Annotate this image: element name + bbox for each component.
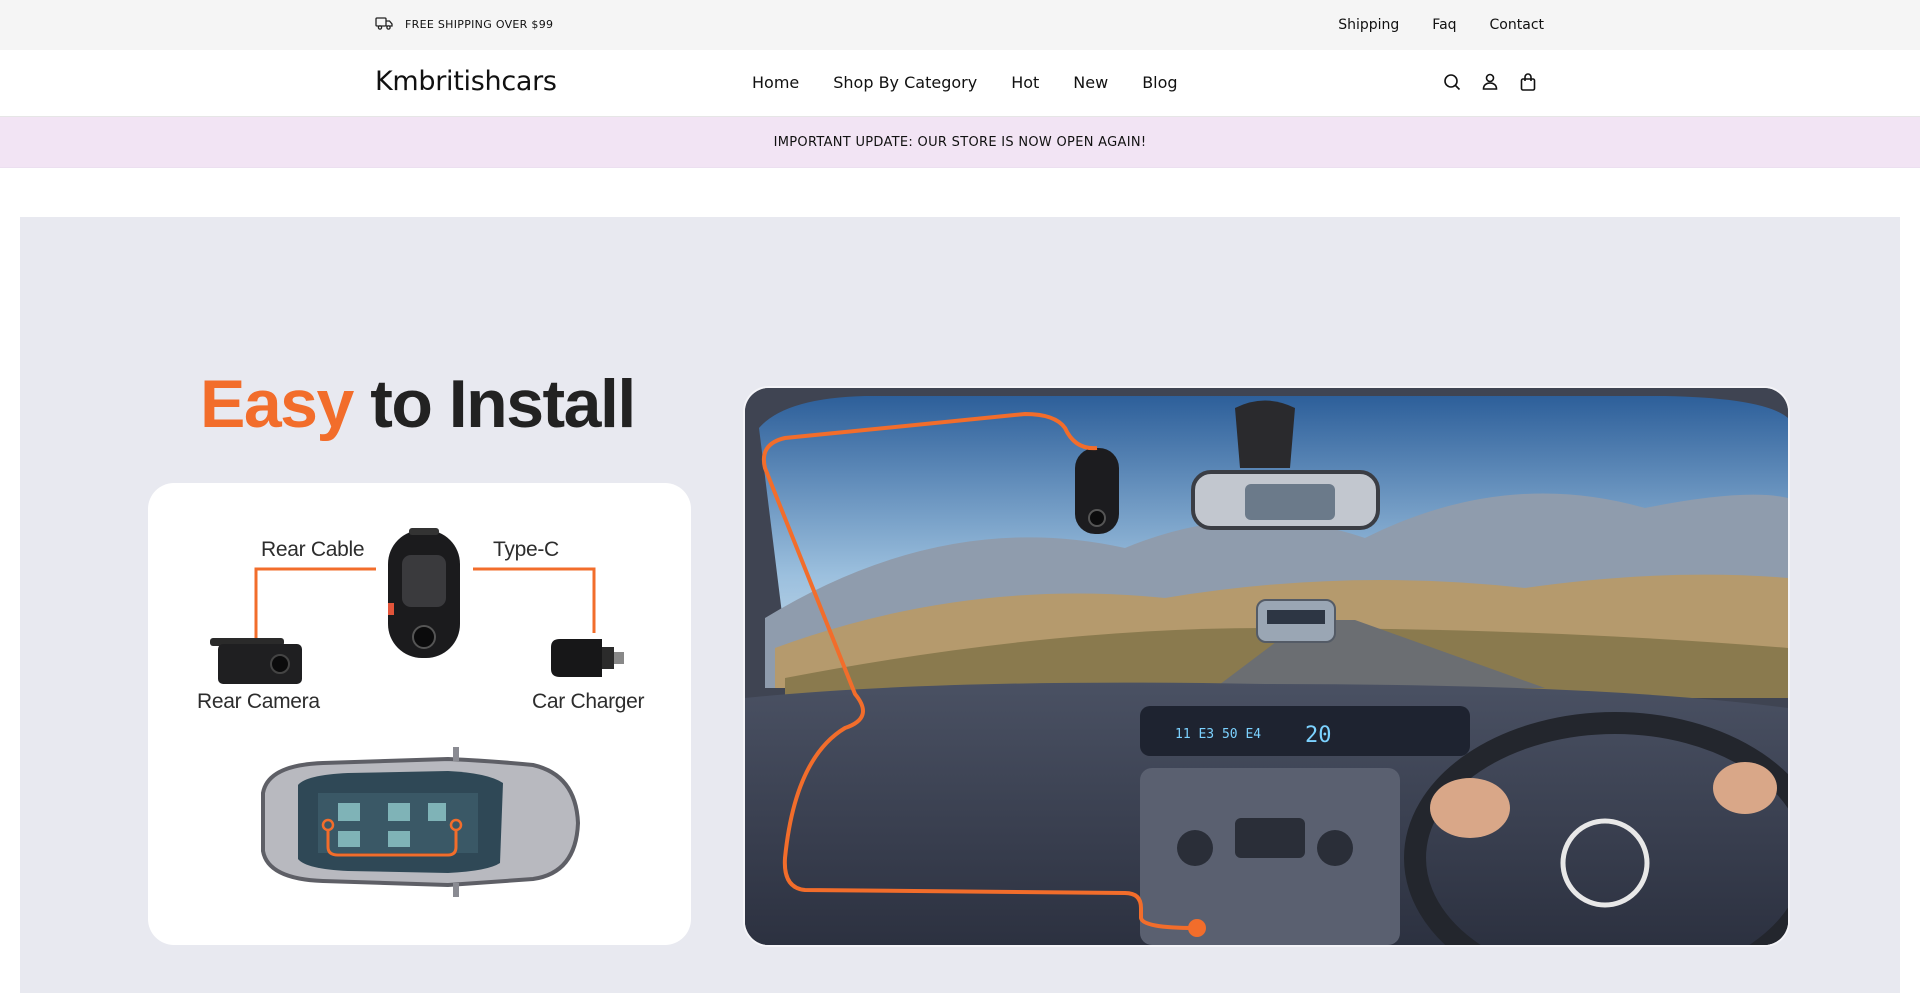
site-header: Kmbritishcars Home Shop By Category Hot … xyxy=(0,50,1920,117)
site-logo[interactable]: Kmbritishcars xyxy=(375,66,557,97)
search-icon[interactable] xyxy=(1443,72,1461,92)
nav-home[interactable]: Home xyxy=(752,73,799,92)
svg-text:20: 20 xyxy=(1305,723,1332,748)
top-link-shipping[interactable]: Shipping xyxy=(1338,17,1399,33)
announcement-bar: IMPORTANT UPDATE: OUR STORE IS NOW OPEN … xyxy=(0,117,1920,168)
install-diagram-illustration xyxy=(210,528,624,897)
hero-heading-rest: to Install xyxy=(370,366,636,442)
header-icons xyxy=(1443,72,1537,92)
label-rear-cable: Rear Cable xyxy=(261,538,365,561)
nav-hot[interactable]: Hot xyxy=(1011,73,1039,92)
top-link-contact[interactable]: Contact xyxy=(1490,17,1544,33)
top-bar: FREE SHIPPING OVER $99 Shipping Faq Cont… xyxy=(0,0,1920,50)
svg-text:11 E3 50 E4: 11 E3 50 E4 xyxy=(1175,727,1261,742)
label-car-charger: Car Charger xyxy=(532,690,645,713)
label-rear-camera: Rear Camera xyxy=(197,690,320,713)
top-link-faq[interactable]: Faq xyxy=(1432,17,1456,33)
top-links: Shipping Faq Contact xyxy=(1338,17,1544,33)
nav-shop-by-category[interactable]: Shop By Category xyxy=(833,73,977,92)
nav-new[interactable]: New xyxy=(1073,73,1108,92)
car-interior-photo: 11 E3 50 E4 20 xyxy=(743,386,1790,947)
hero-heading-accent: Easy xyxy=(200,366,354,442)
label-type-c: Type-C xyxy=(493,538,559,561)
account-icon[interactable] xyxy=(1481,72,1499,92)
hero-banner[interactable]: Easy to Install Rear Cable Type-C Rear C… xyxy=(20,217,1900,993)
hero-heading: Easy to Install xyxy=(200,365,636,443)
truck-icon xyxy=(375,15,393,34)
free-shipping-text: FREE SHIPPING OVER $99 xyxy=(405,18,554,31)
main-nav: Home Shop By Category Hot New Blog xyxy=(752,73,1178,92)
free-shipping-notice: FREE SHIPPING OVER $99 xyxy=(375,15,553,34)
install-diagram-card: Rear Cable Type-C Rear Camera Car Charge… xyxy=(148,483,691,945)
announcement-text: IMPORTANT UPDATE: OUR STORE IS NOW OPEN … xyxy=(773,134,1147,150)
car-top-view xyxy=(261,747,581,897)
cart-icon[interactable] xyxy=(1519,72,1537,92)
nav-blog[interactable]: Blog xyxy=(1142,73,1177,92)
